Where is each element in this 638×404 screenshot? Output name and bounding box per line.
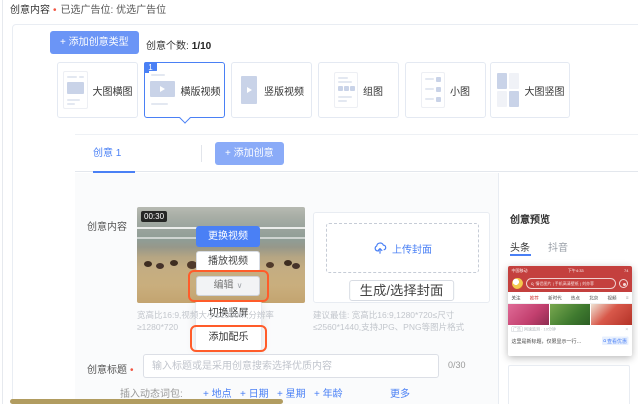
creative-title-input[interactable] — [143, 354, 439, 378]
small-image-icon — [421, 72, 445, 108]
type-card-small-image[interactable]: 小图 — [405, 62, 486, 118]
phone-ad-meta-row: 广告网速监测 · 10分钟 ✕ — [508, 325, 632, 333]
hamburger-icon: ≡ — [626, 295, 629, 300]
feed-image-green — [550, 304, 591, 325]
creative-editor-screen: 创意内容•已选广告位: 优选广告位 + 添加创意类型 创意个数:1/10 大图横… — [0, 0, 638, 404]
large-horizontal-image-icon — [63, 71, 88, 109]
section-header: 创意内容• 已选广告位: 优选广告位 — [10, 4, 166, 17]
nav-follow: 关注 — [512, 294, 521, 301]
dynamic-words-more-link[interactable]: 更多 — [390, 385, 410, 400]
ad-tag: 广告 — [512, 326, 523, 332]
carrier-label: 中国移动 — [512, 268, 528, 274]
add-creative-button[interactable]: + 添加创意 — [215, 142, 284, 165]
camera-icon — [619, 279, 628, 288]
tab-divider — [201, 145, 202, 162]
coupon-icon — [604, 339, 607, 342]
close-icon: ✕ — [625, 327, 628, 332]
phone-search-row: 情侣图片 | 手机高清壁纸 | 刘亦菲 — [508, 275, 632, 292]
cover-spec-text: 建议最佳: 宽高比16:9,1280*720≤尺寸≤2560*1440,支持JP… — [313, 309, 493, 333]
battery-level: 74 — [624, 268, 628, 273]
tab-creative-1[interactable]: 创意 1 — [85, 135, 129, 172]
page-title: 创意内容 — [10, 5, 50, 16]
type-card-vertical-video[interactable]: 竖版视频 — [231, 62, 312, 118]
creative-count: 创意个数:1/10 — [146, 37, 211, 52]
preview-title: 创意预览 — [510, 211, 550, 226]
status-time: 下午4:33 — [568, 268, 584, 274]
dynamic-word-weekday[interactable]: + 星期 — [277, 385, 306, 400]
ad-title-text: 这里是新标题，仅限显示一行… — [512, 337, 582, 345]
search-icon — [531, 282, 534, 285]
type-card-large-horizontal-image[interactable]: 大图横图 — [57, 62, 138, 118]
content-field-label: 创意内容 — [87, 218, 127, 233]
video-duration-badge: 00:30 — [141, 211, 167, 222]
search-placeholder-text: 情侣图片 | 手机高清壁纸 | 刘亦菲 — [536, 281, 595, 287]
preview-tab-douyin[interactable]: 抖音 — [548, 239, 568, 254]
phone-feed-images — [508, 304, 632, 325]
horizontal-video-icon — [149, 71, 176, 109]
horizontal-scrollbar-thumb[interactable] — [10, 399, 283, 404]
large-vertical-image-icon — [496, 72, 520, 108]
phone-bottom-padding — [508, 348, 632, 356]
type-card-horizontal-video[interactable]: 1 横版视频 — [144, 62, 225, 118]
plus-icon: + — [225, 148, 231, 159]
phone-preview-mock: 中国移动 下午4:33 74 情侣图片 | 手机高清壁纸 | 刘亦菲 关注 推荐… — [508, 266, 632, 356]
phone-ad-title-row: 这里是新标题，仅限显示一行… 查看优惠 — [508, 333, 632, 348]
image-group-icon — [334, 72, 358, 108]
toutiao-logo-icon — [512, 278, 523, 289]
nav-new-era: 新时代 — [548, 294, 562, 301]
creative-count-value: 1/10 — [192, 41, 211, 52]
vertical-video-icon — [239, 72, 259, 108]
upload-cover-label: 上传封面 — [392, 241, 432, 256]
nav-recommend: 推荐 — [530, 294, 539, 301]
dynamic-word-date[interactable]: + 日期 — [240, 385, 269, 400]
ad-cta-chip: 查看优惠 — [602, 336, 629, 345]
page-left-border — [2, 0, 3, 404]
add-creative-type-button[interactable]: + 添加创意类型 — [50, 31, 139, 54]
nav-hot: 热点 — [571, 294, 580, 301]
feed-image-apple — [591, 304, 632, 325]
phone-search-box: 情侣图片 | 手机高清壁纸 | 刘亦菲 — [526, 278, 616, 289]
replace-video-button[interactable]: 更换视频 — [196, 226, 260, 247]
nav-beijing: 北京 — [589, 294, 598, 301]
dynamic-word-age[interactable]: + 年龄 — [314, 385, 343, 400]
plus-icon: + — [60, 37, 66, 48]
ad-meta-text: 网速监测 · 10分钟 — [524, 327, 556, 332]
preview-active-tab-underline — [510, 254, 531, 256]
edit-video-button[interactable]: 编辑∨ — [196, 276, 260, 296]
chevron-down-icon: ∨ — [237, 281, 243, 290]
nav-video: 视频 — [608, 294, 617, 301]
generate-select-cover-button[interactable]: 生成/选择封面 — [349, 280, 455, 301]
title-char-counter: 0/30 — [448, 360, 466, 370]
cloud-upload-icon — [373, 242, 387, 254]
phone-status-bar: 中国移动 下午4:33 74 — [508, 266, 632, 275]
play-video-button[interactable]: 播放视频 — [196, 251, 260, 272]
dynamic-word-location[interactable]: + 地点 — [203, 385, 232, 400]
placement-label: 已选广告位: 优选广告位 — [61, 5, 167, 16]
preview-secondary-box — [508, 365, 630, 404]
type-card-image-group[interactable]: 组图 — [318, 62, 399, 118]
preview-tab-toutiao[interactable]: 头条 — [510, 239, 530, 254]
video-spec-text: 宽高比16:9,视频大小≤1000M,分辨率≥1280*720 — [137, 309, 304, 333]
cover-upload-box: 上传封面 生成/选择封面 — [313, 212, 490, 303]
upload-cover-dropzone[interactable]: 上传封面 — [326, 223, 479, 273]
phone-nav-tabs: 关注 推荐 新时代 热点 北京 视频 ≡ — [508, 292, 632, 304]
feed-image-pink — [508, 304, 549, 325]
title-field-label: 创意标题• — [87, 361, 134, 376]
creative-tabs-bar: 创意 1 + 添加创意 — [75, 134, 638, 172]
horses-silhouettes — [137, 262, 143, 266]
dynamic-words-label: 插入动态词包: — [120, 385, 183, 400]
required-dot: • — [53, 5, 57, 16]
type-card-large-vertical-image[interactable]: 大图竖图 — [490, 62, 570, 118]
required-dot: • — [130, 365, 134, 376]
